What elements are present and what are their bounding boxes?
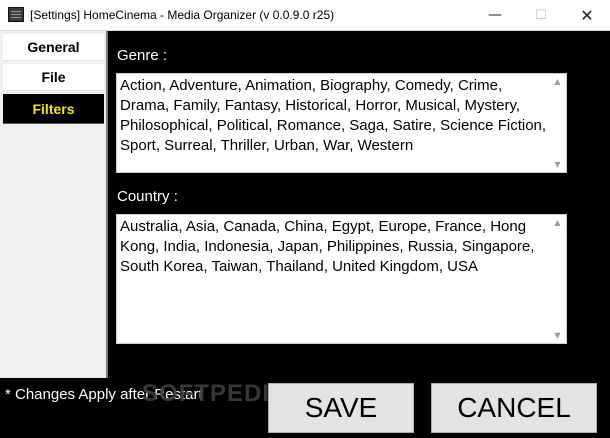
close-button[interactable]: ✕ xyxy=(564,0,610,30)
save-button[interactable]: SAVE xyxy=(268,383,414,433)
sidebar: General File Filters xyxy=(0,31,106,378)
scroll-up-icon[interactable]: ▲ xyxy=(552,217,563,228)
watermark: SOFTPEDIA xyxy=(142,380,289,407)
tab-file[interactable]: File xyxy=(3,64,104,91)
country-label: Country : xyxy=(117,188,178,205)
genre-text: Action, Adventure, Animation, Biography,… xyxy=(120,77,547,154)
country-textarea[interactable]: Australia, Asia, Canada, China, Egypt, E… xyxy=(116,214,567,344)
app-icon xyxy=(8,7,24,22)
genre-scrollbar[interactable]: ▲ ▼ xyxy=(549,74,566,172)
window-title: [Settings] HomeCinema - Media Organizer … xyxy=(30,8,335,22)
scroll-up-icon[interactable]: ▲ xyxy=(552,76,563,87)
scroll-down-icon[interactable]: ▼ xyxy=(552,159,563,170)
genre-label: Genre : xyxy=(117,47,168,64)
country-scrollbar[interactable]: ▲ ▼ xyxy=(549,215,566,343)
genre-textarea[interactable]: Action, Adventure, Animation, Biography,… xyxy=(116,73,567,173)
tab-filters[interactable]: Filters xyxy=(3,94,104,124)
country-text: Australia, Asia, Canada, China, Egypt, E… xyxy=(120,218,535,275)
tab-general[interactable]: General xyxy=(3,34,104,61)
maximize-button[interactable]: ☐ xyxy=(518,0,564,30)
scroll-down-icon[interactable]: ▼ xyxy=(552,330,563,341)
filters-panel: Genre : Action, Adventure, Animation, Bi… xyxy=(106,31,610,378)
title-bar: [Settings] HomeCinema - Media Organizer … xyxy=(0,0,610,31)
cancel-button[interactable]: CANCEL xyxy=(431,383,597,433)
footer-bar: * Changes Apply after Restart SOFTPEDIA … xyxy=(0,378,610,438)
minimize-button[interactable]: — xyxy=(472,0,518,30)
